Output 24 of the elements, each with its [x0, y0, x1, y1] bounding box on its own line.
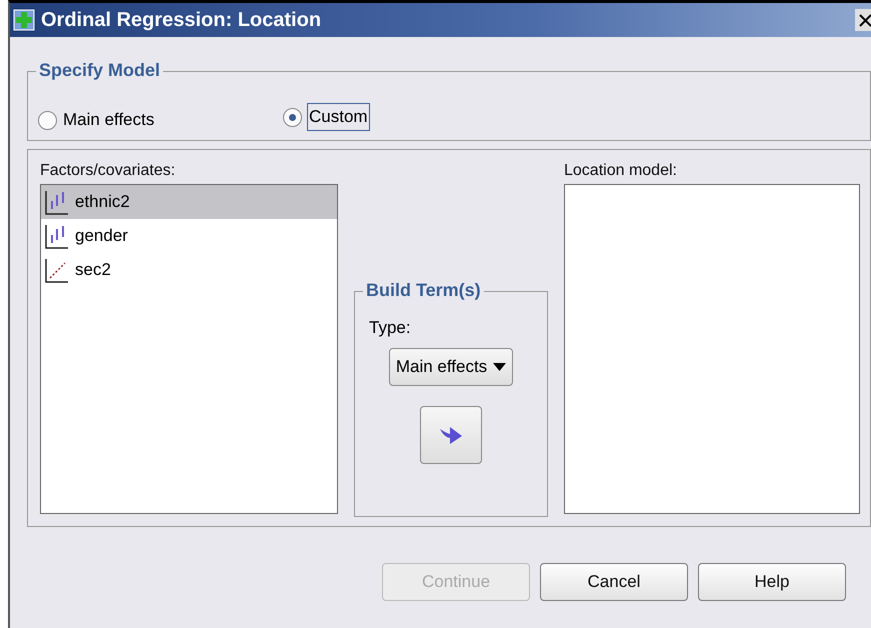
- radio-button[interactable]: [38, 110, 57, 130]
- nominal-variable-icon: [45, 189, 69, 215]
- list-label: Location model:: [564, 162, 678, 180]
- type-dropdown[interactable]: Main effects: [388, 348, 514, 386]
- move-button[interactable]: [420, 406, 482, 464]
- window-title: Ordinal Regression: Location: [41, 8, 322, 32]
- caret-icon: [493, 363, 506, 371]
- list-label: Factors/covariates:: [40, 162, 176, 180]
- radio-label[interactable]: Main effects: [63, 110, 154, 130]
- app-icon: [13, 9, 35, 31]
- variable-item[interactable]: sec2: [41, 253, 337, 287]
- group-title: Specify Model: [36, 60, 164, 81]
- nominal-variable-icon: [45, 223, 69, 249]
- variable-item[interactable]: ethnic2: [41, 185, 337, 219]
- group-title: Build Term(s): [363, 280, 484, 301]
- close-icon[interactable]: [855, 9, 871, 31]
- dialog-button[interactable]: Cancel: [540, 563, 688, 601]
- type-label: Type:: [369, 318, 411, 338]
- variable-item[interactable]: gender: [41, 219, 337, 253]
- radio-label[interactable]: Custom: [308, 104, 369, 130]
- scale-variable-icon: [45, 257, 69, 283]
- radio-button[interactable]: [283, 108, 302, 126]
- arrow-icon: [438, 424, 464, 446]
- dialog-button[interactable]: Help: [698, 563, 846, 601]
